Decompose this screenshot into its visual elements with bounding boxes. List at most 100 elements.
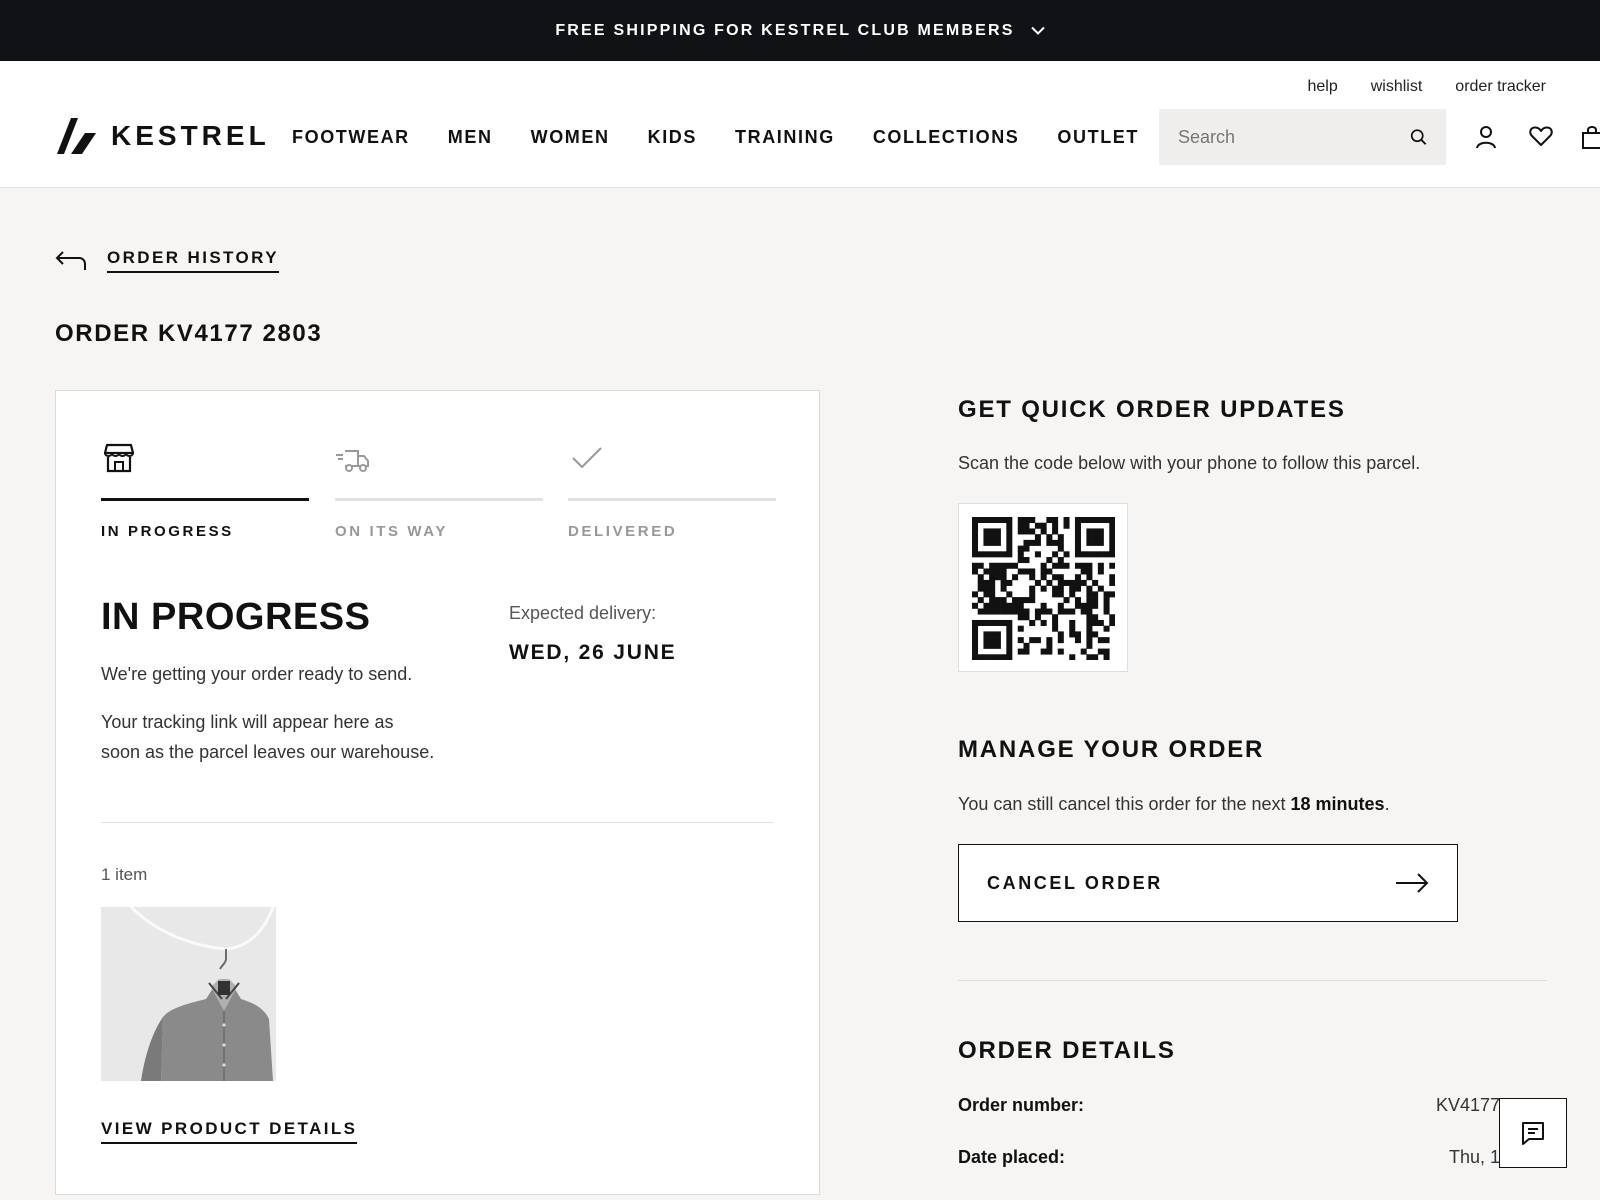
qr-module [1034, 539, 1041, 546]
qr-module [972, 522, 979, 529]
cancel-order-label: CANCEL ORDER [987, 872, 1163, 893]
tracking-note-line: soon as the parcel leaves our warehouse. [101, 742, 435, 762]
date-placed-label: Date placed: [958, 1147, 1066, 1167]
qr-module [972, 631, 979, 638]
help-link[interactable]: help [1307, 78, 1337, 96]
qr-module [1074, 631, 1081, 638]
qr-module [1086, 551, 1093, 558]
qr-module [1006, 608, 1013, 615]
qr-module [1109, 522, 1115, 529]
qr-module [1086, 614, 1093, 621]
qr-module [1086, 597, 1093, 604]
qr-module [983, 642, 990, 649]
qr-module [1086, 625, 1093, 632]
nav-item-footwear[interactable]: FOOTWEAR [292, 127, 410, 148]
order-tracker-link[interactable]: order tracker [1455, 78, 1546, 96]
qr-module [972, 625, 979, 632]
qr-module [1040, 602, 1047, 609]
qr-module [983, 602, 990, 609]
back-arrow-icon [55, 250, 86, 270]
qr-module [1109, 579, 1115, 586]
nav-item-women[interactable]: WOMEN [531, 127, 610, 148]
qr-module [1109, 574, 1115, 581]
arrow-right-icon [1396, 873, 1429, 893]
chat-button[interactable] [1499, 1098, 1567, 1168]
qr-code-image [972, 517, 1115, 660]
qr-module [972, 591, 979, 598]
cancel-window-prefix: You can still cancel this order for the … [958, 794, 1291, 814]
qr-module [994, 551, 1001, 558]
qr-module [1057, 648, 1064, 655]
cancel-order-button[interactable]: CANCEL ORDER [958, 844, 1458, 922]
qr-module [1092, 517, 1099, 524]
qr-module [1103, 602, 1110, 609]
divider [101, 822, 774, 823]
qr-module [989, 597, 996, 604]
qr-module [1006, 545, 1013, 552]
qr-module [1074, 574, 1081, 581]
logo[interactable]: KESTREL [57, 117, 270, 155]
qr-module [983, 654, 990, 660]
wishlist-link[interactable]: wishlist [1371, 78, 1423, 96]
qr-module [1052, 562, 1059, 569]
qr-module [1069, 585, 1076, 592]
step-label: IN PROGRESS [101, 523, 234, 540]
heart-icon[interactable] [1529, 125, 1553, 147]
qr-module [1034, 551, 1041, 558]
qr-module [1017, 648, 1024, 655]
qr-module [1057, 637, 1064, 644]
qr-module [1006, 602, 1013, 609]
qr-module [989, 528, 996, 535]
qr-module [1109, 614, 1115, 621]
promo-banner[interactable]: FREE SHIPPING FOR KESTREL CLUB MEMBERS [0, 0, 1600, 61]
qr-module [994, 568, 1001, 575]
order-history-link[interactable]: ORDER HISTORY [55, 248, 279, 273]
qr-module [1103, 654, 1110, 660]
nav-item-training[interactable]: TRAINING [735, 127, 835, 148]
qr-module [1080, 551, 1087, 558]
items-count: 1 item [101, 865, 148, 884]
date-placed-value: Thu, 1 [1448, 1147, 1500, 1167]
qr-module [1034, 637, 1041, 644]
qr-module [1052, 574, 1059, 581]
updates-text: Scan the code below with your phone to f… [958, 453, 1421, 473]
bag-icon[interactable] [1582, 125, 1600, 149]
qr-module [1017, 522, 1024, 529]
qr-module [983, 579, 990, 586]
qr-module [977, 654, 984, 660]
qr-module [983, 568, 990, 575]
qr-module [1012, 562, 1019, 569]
product-image[interactable] [101, 907, 276, 1081]
qr-module [1074, 602, 1081, 609]
qr-module [1086, 631, 1093, 638]
qr-module [989, 517, 996, 524]
qr-module [989, 602, 996, 609]
view-product-details-link[interactable]: VIEW PRODUCT DETAILS [101, 1119, 358, 1144]
divider [958, 980, 1547, 981]
qr-module [1086, 517, 1093, 524]
qr-module [1092, 654, 1099, 660]
nav-item-outlet[interactable]: OUTLET [1057, 127, 1139, 148]
qr-module [1097, 568, 1104, 575]
qr-module [1046, 557, 1053, 564]
nav-item-kids[interactable]: KIDS [648, 127, 697, 148]
nav-item-men[interactable]: MEN [448, 127, 493, 148]
qr-module [989, 539, 996, 546]
qr-module [972, 642, 979, 649]
search-input[interactable] [1178, 126, 1410, 148]
nav-item-collections[interactable]: COLLECTIONS [873, 127, 1020, 148]
qr-module [1057, 631, 1064, 638]
search-icon[interactable] [1410, 127, 1427, 147]
qr-module [1086, 585, 1093, 592]
qr-module [1006, 539, 1013, 546]
qr-module [1080, 579, 1087, 586]
qr-module [1006, 528, 1013, 535]
qr-module [1023, 568, 1030, 575]
qr-module [1023, 608, 1030, 615]
qr-module [989, 637, 996, 644]
qr-module [1080, 517, 1087, 524]
account-icon[interactable] [1475, 125, 1497, 149]
qr-module [1057, 602, 1064, 609]
qr-module [1052, 517, 1059, 524]
qr-module [983, 619, 990, 626]
